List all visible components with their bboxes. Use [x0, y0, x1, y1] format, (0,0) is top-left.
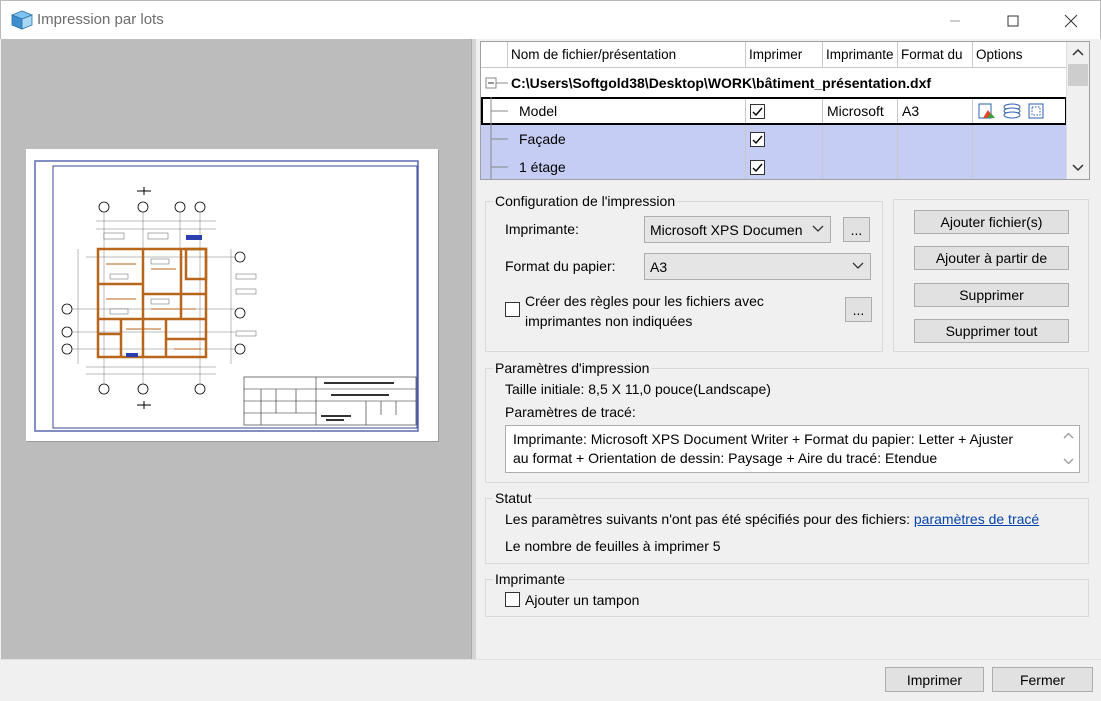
rules-browse-button[interactable]: ... — [845, 297, 872, 322]
col-format[interactable]: Format du — [898, 42, 973, 68]
rules-checkbox[interactable] — [505, 302, 520, 317]
paper-value: A3 — [650, 258, 668, 275]
status-message-text: Les paramètres suivants n'ont pas été sp… — [505, 511, 910, 527]
status-title: Statut — [493, 490, 534, 506]
plot-params-line2: au format + Orientation de dessin: Paysa… — [513, 450, 938, 466]
layout-printer[interactable] — [823, 153, 898, 179]
layout-row-facade[interactable]: Façade — [481, 125, 1067, 153]
minimize-icon — [950, 20, 960, 21]
status-group — [485, 498, 1089, 564]
layout-format[interactable] — [898, 153, 973, 179]
printer-browse-button[interactable]: ... — [843, 217, 870, 242]
layout-row-model[interactable]: Model Microsoft A3 — [481, 97, 1067, 125]
scroll-up-icon[interactable] — [1072, 48, 1084, 56]
layout-format[interactable]: A3 — [898, 97, 973, 125]
col-name[interactable]: Nom de fichier/présentation — [508, 42, 746, 68]
preview-sheet — [26, 149, 438, 441]
window-title: Impression par lots — [37, 11, 164, 28]
delete-button[interactable]: Supprimer — [914, 283, 1069, 307]
layout-name: Façade — [508, 125, 746, 153]
file-path: C:\Users\Softgold38\Desktop\WORK\bâtimen… — [511, 75, 932, 91]
scroll-up-icon[interactable] — [1063, 432, 1074, 439]
tree-connector — [490, 97, 508, 125]
status-message: Les paramètres suivants n'ont pas été sp… — [505, 511, 1039, 527]
minimize-button[interactable] — [926, 1, 984, 40]
print-checkbox[interactable] — [750, 159, 765, 175]
print-config-title: Configuration de l'impression — [493, 193, 678, 209]
grid-scrollbar[interactable] — [1066, 42, 1089, 179]
scroll-thumb[interactable] — [1068, 64, 1088, 86]
maximize-button[interactable] — [984, 1, 1042, 40]
rules-label-line2: imprimantes non indiquées — [525, 313, 693, 329]
grid-header: Nom de fichier/présentation Imprimer Imp… — [481, 42, 1068, 70]
print-params-title: Paramètres d'impression — [493, 360, 652, 376]
chevron-down-icon — [812, 225, 824, 232]
batch-print-icon — [11, 10, 33, 30]
layout-name: Model — [508, 97, 746, 125]
collapse-icon[interactable] — [481, 69, 508, 97]
initial-size-text: Taille initiale: 8,5 X 11,0 pouce(Landsc… — [505, 381, 771, 397]
sheet-count-text: Le nombre de feuilles à imprimer 5 — [505, 538, 721, 554]
layers-icon[interactable] — [1002, 103, 1022, 119]
add-stamp-checkbox[interactable] — [505, 592, 520, 607]
tree-connector — [490, 153, 508, 179]
printer-select[interactable]: Microsoft XPS Documen — [644, 216, 831, 243]
checkmark-icon — [752, 107, 763, 116]
checkmark-icon — [752, 163, 763, 172]
layout-options[interactable] — [973, 125, 1067, 153]
paper-label: Format du papier: — [505, 258, 616, 274]
layout-format[interactable] — [898, 125, 973, 153]
add-from-button[interactable]: Ajouter à partir de — [914, 246, 1069, 270]
plot-params-label: Paramètres de tracé: — [505, 404, 636, 420]
close-dialog-button[interactable]: Fermer — [992, 667, 1093, 692]
close-icon — [1064, 14, 1078, 27]
delete-all-button[interactable]: Supprimer tout — [914, 319, 1069, 343]
plot-params-link[interactable]: paramètres de tracé — [914, 511, 1039, 527]
add-files-button[interactable]: Ajouter fichier(s) — [914, 210, 1069, 234]
chevron-down-icon — [852, 262, 864, 269]
print-checkbox[interactable] — [750, 103, 765, 119]
maximize-icon — [1007, 15, 1019, 26]
scroll-down-icon[interactable] — [1063, 458, 1074, 465]
close-button[interactable] — [1042, 1, 1100, 40]
plot-style-icon[interactable] — [978, 103, 996, 119]
plot-params-textbox[interactable]: Imprimante: Microsoft XPS Document Write… — [505, 425, 1080, 473]
layout-printer[interactable]: Microsoft — [823, 97, 898, 125]
file-row[interactable]: C:\Users\Softgold38\Desktop\WORK\bâtimen… — [481, 69, 1067, 97]
col-print[interactable]: Imprimer — [746, 42, 823, 68]
scroll-down-icon[interactable] — [1072, 164, 1084, 172]
printer-value: Microsoft XPS Documen — [650, 221, 803, 238]
page-setup-icon[interactable] — [1028, 103, 1044, 119]
floor-plan-drawing — [34, 160, 419, 432]
layout-printer[interactable] — [823, 125, 898, 153]
stamp-title: Imprimante — [493, 571, 568, 587]
file-grid: Nom de fichier/présentation Imprimer Imp… — [480, 41, 1090, 180]
add-stamp-label: Ajouter un tampon — [525, 592, 640, 608]
paper-select[interactable]: A3 — [644, 253, 871, 280]
plot-params-line1: Imprimante: Microsoft XPS Document Write… — [513, 431, 1014, 447]
checkmark-icon — [752, 135, 763, 144]
layout-options[interactable] — [973, 153, 1067, 179]
print-button[interactable]: Imprimer — [885, 667, 984, 692]
title-bar: Impression par lots — [0, 0, 1101, 39]
col-printer[interactable]: Imprimante — [823, 42, 898, 68]
col-options[interactable]: Options — [973, 42, 1068, 68]
printer-label: Imprimante: — [505, 221, 579, 237]
layout-row-etage[interactable]: 1 étage — [481, 153, 1067, 179]
layout-name: 1 étage — [508, 153, 746, 179]
plot-params-scrollbar[interactable] — [1058, 426, 1079, 472]
print-checkbox[interactable] — [750, 131, 765, 147]
rules-label-line1: Créer des règles pour les fichiers avec — [525, 293, 764, 309]
tree-connector — [490, 125, 508, 153]
